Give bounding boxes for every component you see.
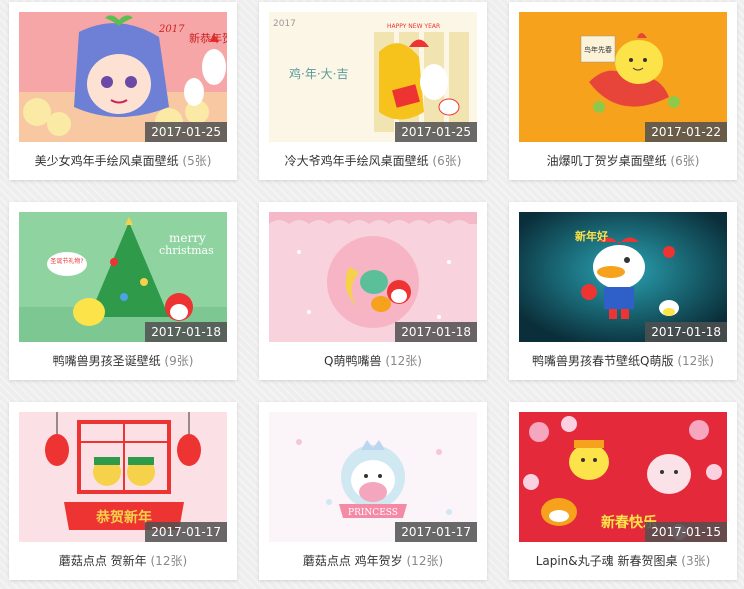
thumb-caption: 新年好 [575,229,608,243]
wallpaper-title[interactable]: Lapin&丸子魂 新春贺图桌 (3张) [509,552,737,569]
wallpaper-card[interactable]: 2017 HAPPY NEW YEAR 鸡·年·大·吉 2017-01-25 冷… [259,2,487,180]
wallpaper-card[interactable]: PRINCESS 2017-01-17 蘑菇点点 鸡年贺岁 (12张) [259,402,487,580]
wallpaper-title[interactable]: 蘑菇点点 贺新年 (12张) [9,552,237,569]
image-count: (12张) [385,354,422,368]
image-count: (5张) [182,154,212,168]
image-count: (9张) [164,354,194,368]
image-count: (3张) [681,554,711,568]
wallpaper-card[interactable]: 2017-01-18 Q萌鸭嘴兽 (12张) [259,202,487,380]
wallpaper-title[interactable]: Q萌鸭嘴兽 (12张) [259,352,487,369]
title-text[interactable]: Lapin&丸子魂 新春贺图桌 [536,554,678,568]
title-text[interactable]: 油爆叽丁贺岁桌面壁纸 [547,154,667,168]
title-text[interactable]: Q萌鸭嘴兽 [324,354,381,368]
thumb-caption: merry [169,231,206,245]
wallpaper-thumbnail[interactable]: 新恭年贺 2017 2017-01-25 [19,12,227,142]
wallpaper-card[interactable]: 新年好 2017-01-18 鸭嘴兽男孩春节壁纸Q萌版 (12张) [509,202,737,380]
date-badge: 2017-01-15 [645,522,727,542]
thumb-caption: 圣诞节礼物? [50,257,83,265]
wallpaper-card[interactable]: 圣诞节礼物? merry christmas 2017-01-18 鸭嘴兽男孩圣… [9,202,237,380]
wallpaper-card[interactable]: 新恭年贺 2017 2017-01-25 美少女鸡年手绘风桌面壁纸 (5张) [9,2,237,180]
date-badge: 2017-01-17 [145,522,227,542]
thumb-caption: 新恭年贺 [189,31,227,45]
image-count: (12张) [150,554,188,568]
image-count: (6张) [432,154,462,168]
thumb-caption: 鸟年先春 [584,45,612,54]
thumb-caption: 2017 [273,19,296,29]
title-text[interactable]: 美少女鸡年手绘风桌面壁纸 [35,154,179,168]
date-badge: 2017-01-18 [645,322,727,342]
title-text[interactable]: 蘑菇点点 鸡年贺岁 [303,554,403,568]
date-badge: 2017-01-25 [395,122,477,142]
wallpaper-thumbnail[interactable]: PRINCESS 2017-01-17 [269,412,477,542]
wallpaper-thumbnail[interactable]: 恭贺新年 2017-01-17 [19,412,227,542]
title-text[interactable]: 冷大爷鸡年手绘风桌面壁纸 [285,154,429,168]
wallpaper-thumbnail[interactable]: 新春快乐 2017-01-15 [519,412,727,542]
wallpaper-grid: 新恭年贺 2017 2017-01-25 美少女鸡年手绘风桌面壁纸 (5张) [0,0,744,589]
date-badge: 2017-01-25 [145,122,227,142]
title-text[interactable]: 鸭嘴兽男孩圣诞壁纸 [53,354,161,368]
thumb-caption: christmas [159,244,214,257]
thumb-caption: PRINCESS [348,508,398,518]
date-badge: 2017-01-22 [645,122,727,142]
title-text[interactable]: 蘑菇点点 贺新年 [59,554,147,568]
wallpaper-thumbnail[interactable]: 2017 HAPPY NEW YEAR 鸡·年·大·吉 2017-01-25 [269,12,477,142]
date-badge: 2017-01-18 [145,322,227,342]
wallpaper-card[interactable]: 鸟年先春 2017-01-22 油爆叽丁贺岁桌面壁纸 (6张) [509,2,737,180]
title-text[interactable]: 鸭嘴兽男孩春节壁纸Q萌版 [532,354,673,368]
image-count: (6张) [670,154,700,168]
wallpaper-card[interactable]: 恭贺新年 2017-01-17 蘑菇点点 贺新年 (12张) [9,402,237,580]
thumb-caption: HAPPY NEW YEAR [387,23,440,30]
wallpaper-title[interactable]: 鸭嘴兽男孩圣诞壁纸 (9张) [9,352,237,369]
wallpaper-title[interactable]: 美少女鸡年手绘风桌面壁纸 (5张) [9,152,237,169]
thumb-caption: 恭贺新年 [95,509,152,526]
date-badge: 2017-01-17 [395,522,477,542]
date-badge: 2017-01-18 [395,322,477,342]
wallpaper-card[interactable]: 新春快乐 2017-01-15 Lapin&丸子魂 新春贺图桌 (3张) [509,402,737,580]
wallpaper-thumbnail[interactable]: 鸟年先春 2017-01-22 [519,12,727,142]
wallpaper-thumbnail[interactable]: 新年好 2017-01-18 [519,212,727,342]
wallpaper-thumbnail[interactable]: 2017-01-18 [269,212,477,342]
wallpaper-title[interactable]: 蘑菇点点 鸡年贺岁 (12张) [259,552,487,569]
image-count: (12张) [406,554,444,568]
wallpaper-title[interactable]: 油爆叽丁贺岁桌面壁纸 (6张) [509,152,737,169]
wallpaper-title[interactable]: 冷大爷鸡年手绘风桌面壁纸 (6张) [259,152,487,169]
thumb-caption: 鸡·年·大·吉 [289,66,348,81]
wallpaper-title[interactable]: 鸭嘴兽男孩春节壁纸Q萌版 (12张) [509,352,737,369]
image-count: (12张) [677,354,714,368]
wallpaper-thumbnail[interactable]: 圣诞节礼物? merry christmas 2017-01-18 [19,212,227,342]
thumb-caption: 2017 [158,24,185,35]
